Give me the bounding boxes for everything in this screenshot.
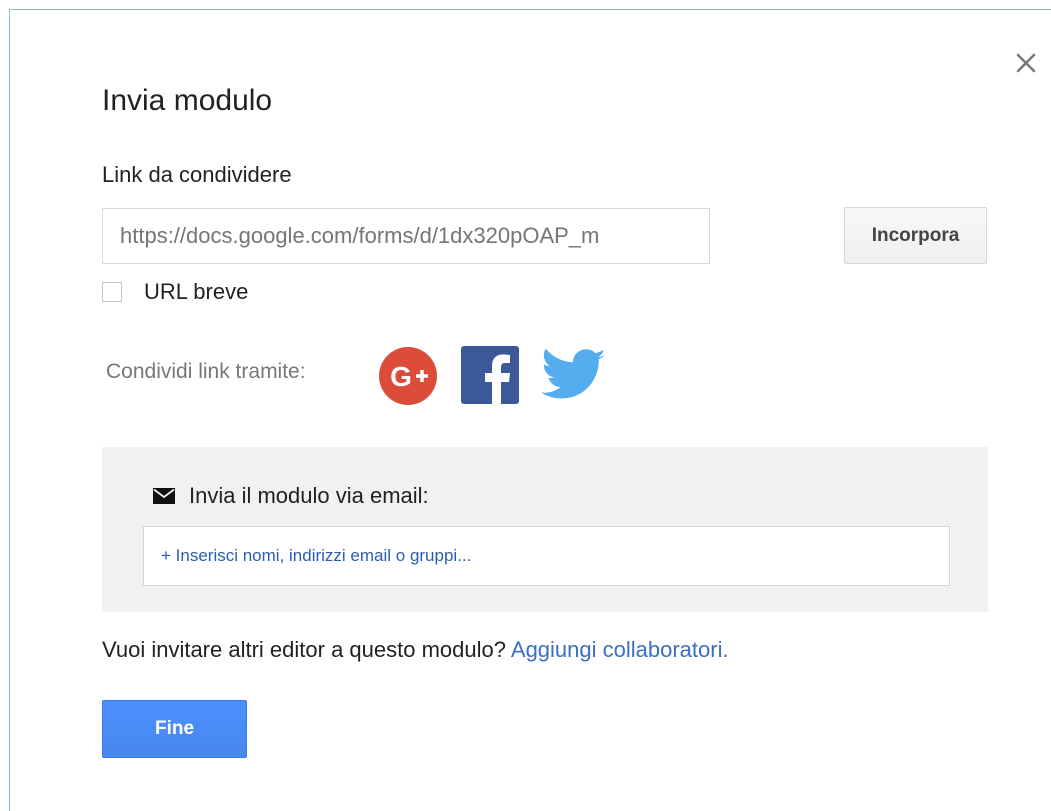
short-url-option: URL breve	[102, 276, 248, 308]
share-link-label: Link da condividere	[102, 162, 292, 187]
email-section-label: Invia il modulo via email:	[189, 483, 429, 508]
embed-button[interactable]: Incorpora	[844, 207, 987, 264]
short-url-label: URL breve	[144, 279, 249, 304]
dialog-title: Invia modulo	[102, 84, 273, 117]
envelope-icon	[153, 488, 175, 504]
email-section-header: Invia il modulo via email:	[153, 483, 429, 509]
share-link-field[interactable]: https://docs.google.com/forms/d/1dx320pO…	[102, 208, 710, 264]
svg-text:G: G	[390, 361, 412, 392]
google-plus-icon[interactable]: G	[379, 347, 437, 405]
add-collaborators-link[interactable]: Aggiungi collaboratori.	[511, 637, 729, 662]
email-section: Invia il modulo via email: + Inserisci n…	[102, 447, 988, 612]
collaborators-prompt-text: Vuoi invitare altri editor a questo modu…	[102, 637, 506, 662]
recipients-input[interactable]: + Inserisci nomi, indirizzi email o grup…	[143, 526, 950, 586]
close-icon[interactable]	[1011, 48, 1041, 78]
facebook-icon[interactable]	[461, 346, 519, 404]
twitter-icon[interactable]	[541, 348, 607, 404]
done-button[interactable]: Fine	[102, 700, 247, 758]
share-via-label: Condividi link tramite:	[106, 360, 306, 383]
send-form-dialog: Invia modulo Link da condividere https:/…	[9, 9, 1051, 811]
collaborators-prompt: Vuoi invitare altri editor a questo modu…	[102, 637, 729, 663]
short-url-checkbox[interactable]	[102, 282, 122, 302]
